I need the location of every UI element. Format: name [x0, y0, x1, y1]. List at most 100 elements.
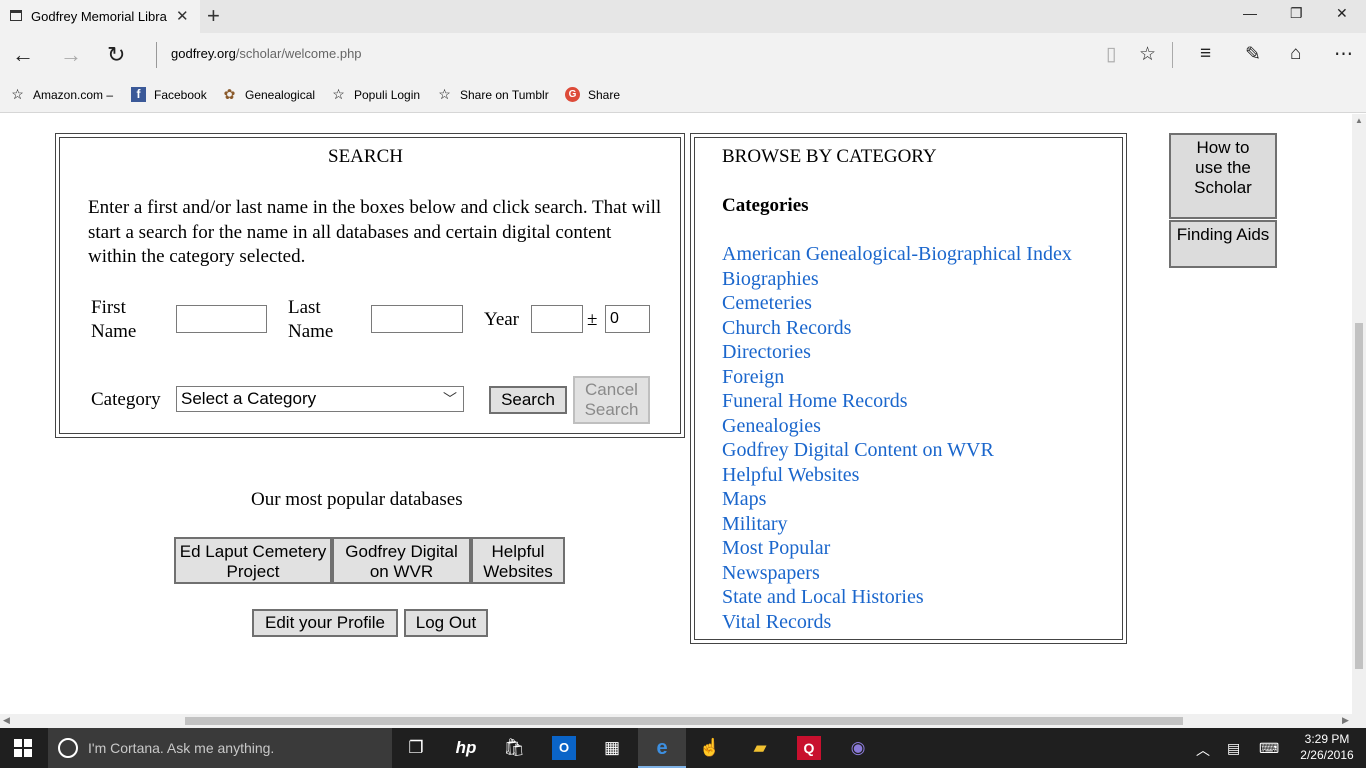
favorite-genealogical[interactable]: ✿ Genealogical — [222, 87, 315, 102]
reading-view-icon[interactable]: ▯ — [1106, 43, 1116, 66]
toolbar-separator — [1172, 42, 1173, 68]
back-icon[interactable]: ← — [12, 42, 34, 68]
finding-aids-button[interactable]: Finding Aids — [1169, 220, 1277, 268]
favorite-share[interactable]: G Share — [565, 87, 620, 102]
google-plus-icon: G — [565, 87, 580, 102]
last-name-input[interactable] — [371, 305, 463, 333]
file-explorer-icon[interactable]: ▰ — [748, 736, 772, 760]
horizontal-scrollbar[interactable]: ◀ ▶ — [0, 714, 1366, 728]
helpful-websites-button[interactable]: Helpful Websites — [471, 537, 565, 584]
category-link[interactable]: Genealogies — [722, 414, 1072, 439]
facebook-icon: f — [131, 87, 146, 102]
category-link[interactable]: Military — [722, 512, 1072, 537]
category-link[interactable]: Biographies — [722, 267, 1072, 292]
favorite-facebook[interactable]: f Facebook — [131, 87, 207, 102]
cancel-search-button[interactable]: Cancel Search — [573, 376, 650, 424]
category-link[interactable]: Church Records — [722, 316, 1072, 341]
favorite-tumblr[interactable]: ☆ Share on Tumblr — [437, 87, 549, 102]
taskbar-clock[interactable]: 3:29 PM 2/26/2016 — [1296, 731, 1358, 763]
category-link[interactable]: Godfrey Digital Content on WVR — [722, 438, 1072, 463]
vertical-scrollbar[interactable]: ▲ — [1352, 114, 1366, 714]
refresh-icon[interactable]: ↻ — [107, 42, 125, 68]
godfrey-digital-wvr-button[interactable]: Godfrey Digital on WVR — [332, 537, 471, 584]
cortana-search-box[interactable]: I'm Cortana. Ask me anything. — [48, 728, 392, 768]
category-list: American Genealogical-Biographical Index… — [722, 242, 1072, 634]
category-link[interactable]: Helpful Websites — [722, 463, 1072, 488]
browse-panel-inner: BROWSE BY CATEGORY Categories American G… — [694, 137, 1123, 640]
search-button[interactable]: Search — [489, 386, 567, 414]
how-to-use-scholar-button[interactable]: How to use the Scholar — [1169, 133, 1277, 219]
browse-panel: BROWSE BY CATEGORY Categories American G… — [690, 133, 1127, 644]
category-link[interactable]: Funeral Home Records — [722, 389, 1072, 414]
touch-icon[interactable]: ☝ — [698, 736, 722, 760]
close-tab-icon[interactable]: ✕ — [176, 7, 189, 25]
log-out-button[interactable]: Log Out — [404, 609, 488, 637]
address-separator — [156, 42, 157, 68]
category-link[interactable]: Cemeteries — [722, 291, 1072, 316]
year-input[interactable] — [531, 305, 583, 333]
category-select[interactable]: Select a Category ﹀ — [176, 386, 464, 412]
favorite-label: Share — [588, 87, 621, 102]
favorite-label: Share on Tumblr — [460, 87, 549, 102]
edge-icon[interactable]: e — [650, 736, 674, 760]
close-window-icon[interactable]: ✕ — [1336, 5, 1348, 22]
scroll-right-icon[interactable]: ▶ — [1342, 715, 1349, 726]
clock-time: 3:29 PM — [1304, 732, 1350, 746]
hub-icon[interactable]: ≡ — [1200, 43, 1211, 65]
year-range-input[interactable] — [605, 305, 650, 333]
horizontal-scroll-thumb[interactable] — [185, 717, 1183, 725]
quicken-icon[interactable]: Q — [797, 736, 821, 760]
category-link[interactable]: Most Popular — [722, 536, 1072, 561]
browser-tab[interactable]: Godfrey Memorial Libra ✕ — [0, 0, 200, 33]
ed-laput-cemetery-button[interactable]: Ed Laput Cemetery Project — [174, 537, 332, 584]
category-link[interactable]: State and Local Histories — [722, 585, 1072, 610]
minimize-icon[interactable]: — — [1243, 5, 1257, 21]
favorite-star-icon[interactable]: ☆ — [1139, 43, 1156, 66]
store-icon[interactable]: 🛍 — [502, 736, 526, 760]
favorite-label: Amazon.com – — [33, 87, 114, 102]
tab-title: Godfrey Memorial Libra — [31, 9, 167, 24]
chevron-down-icon: ﹀ — [443, 391, 457, 407]
new-tab-icon[interactable]: + — [207, 3, 220, 29]
outlook-icon[interactable]: O — [552, 736, 576, 760]
category-link[interactable]: Newspapers — [722, 561, 1072, 586]
scroll-up-icon[interactable]: ▲ — [1355, 116, 1363, 125]
scroll-left-icon[interactable]: ◀ — [3, 715, 10, 726]
favorite-label: Genealogical — [245, 87, 316, 102]
share-icon[interactable]: ⌂ — [1290, 43, 1301, 65]
search-panel-inner: SEARCH Enter a first and/or last name in… — [59, 137, 681, 434]
favorites-bar: ☆ Amazon.com – f Facebook ✿ Genealogical ☆ P… — [0, 76, 1366, 113]
popular-databases-heading: Our most popular databases — [251, 489, 463, 510]
category-link[interactable]: Directories — [722, 340, 1072, 365]
media-app-icon[interactable]: ◉ — [846, 736, 870, 760]
category-link[interactable]: Vital Records — [722, 610, 1072, 635]
page-icon — [10, 10, 22, 21]
url-host: godfrey.org — [171, 46, 236, 61]
keyboard-icon[interactable]: ⌨ — [1259, 740, 1279, 757]
edit-profile-button[interactable]: Edit your Profile — [252, 609, 398, 637]
search-instructions: Enter a first and/or last name in the bo… — [88, 197, 662, 267]
first-name-input[interactable] — [176, 305, 267, 333]
category-link[interactable]: Maps — [722, 487, 1072, 512]
windows-start-icon[interactable] — [14, 739, 32, 757]
search-panel: SEARCH Enter a first and/or last name in… — [55, 133, 685, 438]
cortana-icon — [58, 738, 78, 758]
favorite-populi[interactable]: ☆ Populi Login — [331, 87, 420, 102]
tray-chevron-icon[interactable]: ︿ — [1196, 740, 1210, 760]
category-link[interactable]: American Genealogical-Biographical Index — [722, 242, 1072, 267]
favorite-amazon[interactable]: ☆ Amazon.com – — [10, 87, 113, 102]
vertical-scroll-thumb[interactable] — [1355, 323, 1363, 669]
forward-icon[interactable]: → — [60, 42, 82, 68]
web-note-icon[interactable]: ✎ — [1245, 43, 1261, 66]
task-view-icon[interactable]: ❐ — [404, 736, 428, 760]
star-icon: ☆ — [438, 86, 451, 102]
first-name-label: First Name — [91, 297, 137, 342]
restore-icon[interactable]: ❐ — [1290, 5, 1303, 22]
hp-icon[interactable]: hp — [454, 736, 478, 760]
category-link[interactable]: Foreign — [722, 365, 1072, 390]
calculator-icon[interactable]: ▦ — [600, 736, 624, 760]
more-icon[interactable]: ⋯ — [1334, 43, 1353, 66]
url-field[interactable]: godfrey.org/scholar/welcome.php — [171, 46, 362, 61]
tab-bar: Godfrey Memorial Libra ✕ + — ❐ ✕ — [0, 0, 1366, 33]
notification-icon[interactable]: ▤ — [1227, 740, 1240, 757]
